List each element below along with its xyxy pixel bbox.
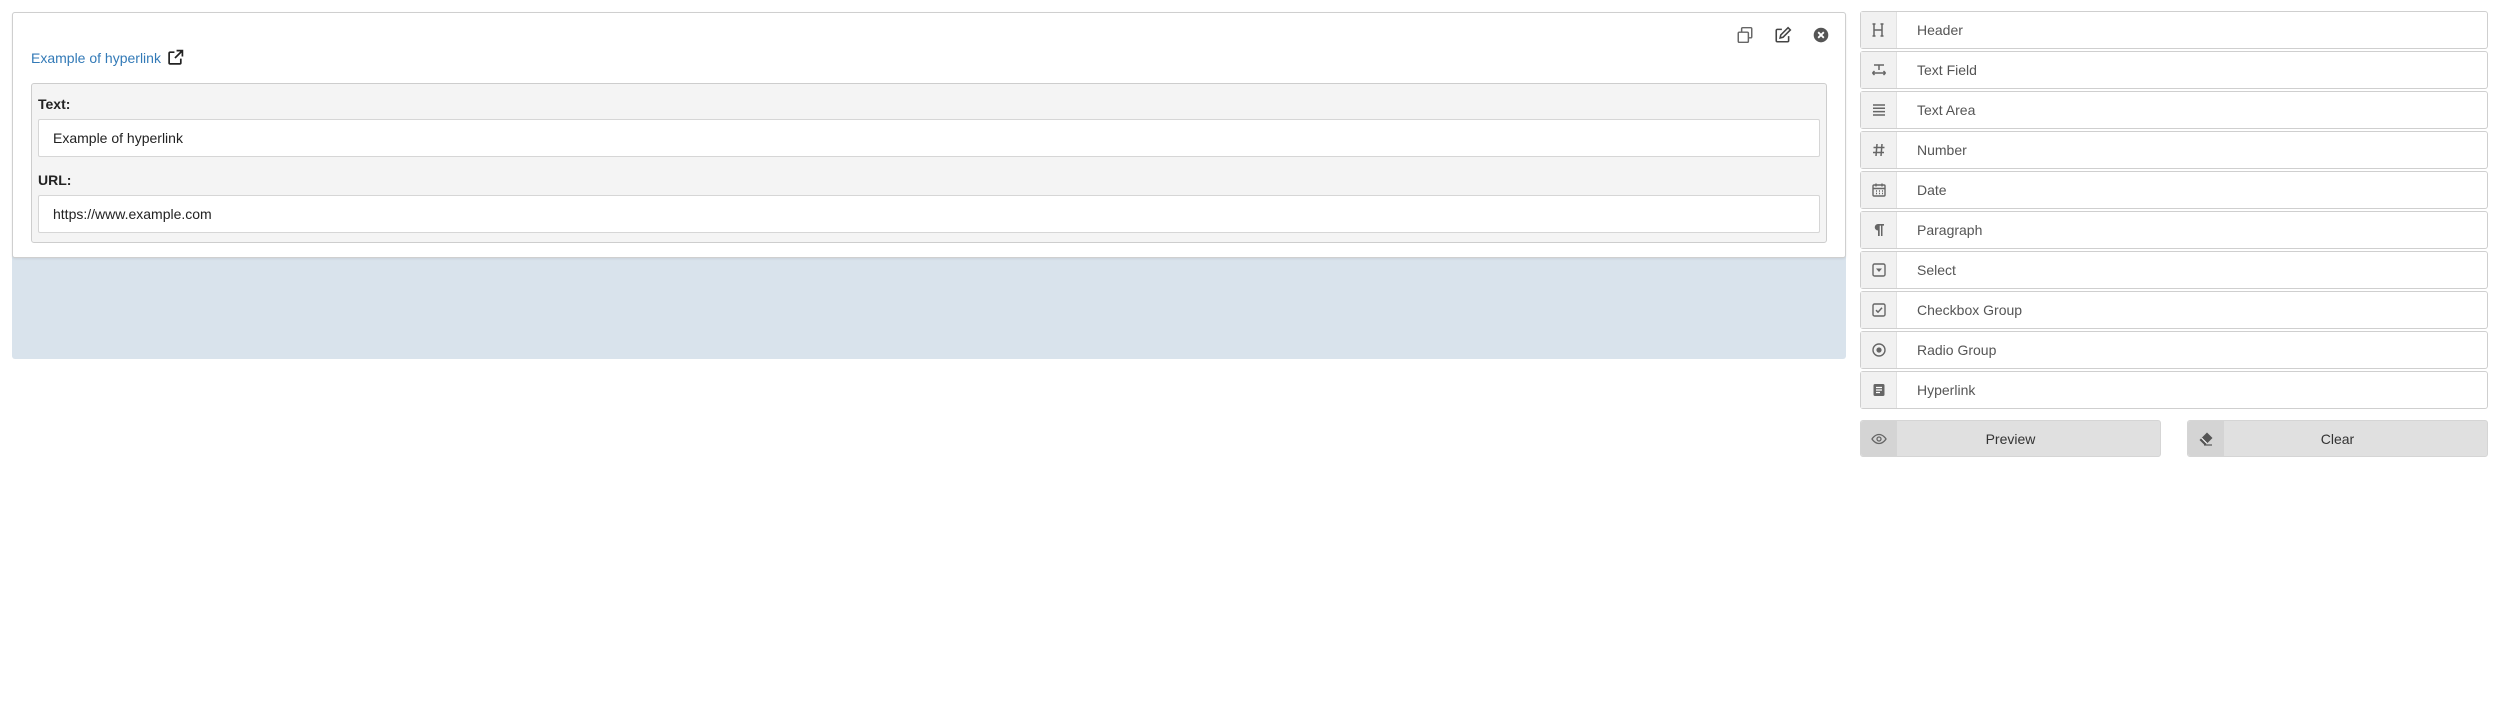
- url-input[interactable]: [38, 195, 1820, 233]
- radio-icon: [1871, 343, 1886, 357]
- eye-icon: [1871, 433, 1887, 444]
- hyperlink-text[interactable]: Example of hyperlink: [31, 50, 161, 66]
- control-label: Paragraph: [1917, 222, 1983, 238]
- control-date[interactable]: Date: [1860, 171, 2488, 209]
- text-field-icon: [1871, 64, 1886, 76]
- external-link-icon: [168, 49, 184, 65]
- control-label: Radio Group: [1917, 342, 1997, 358]
- field-actions: [1733, 23, 1833, 47]
- control-hyperlink[interactable]: Hyperlink: [1860, 371, 2488, 409]
- preview-button[interactable]: Preview: [1860, 420, 2161, 457]
- control-label: Number: [1917, 142, 1967, 158]
- control-number[interactable]: Number: [1860, 131, 2488, 169]
- control-radio-group[interactable]: Radio Group: [1860, 331, 2488, 369]
- form-stage: Example of hyperlink Text: URL:: [12, 12, 1846, 359]
- clear-label: Clear: [2320, 430, 2355, 447]
- control-palette: Header Text Field Text Area Number Date …: [1860, 11, 2488, 411]
- eraser-icon: [2199, 432, 2213, 446]
- control-label: Text Area: [1917, 102, 1976, 118]
- url-label: URL:: [38, 172, 72, 188]
- control-label: Checkbox Group: [1917, 302, 2023, 318]
- edit-icon: [1775, 26, 1792, 43]
- pilcrow-icon: [1874, 224, 1884, 236]
- control-select[interactable]: Select: [1860, 251, 2488, 289]
- control-label: Date: [1917, 182, 1947, 198]
- control-label: Header: [1917, 22, 1963, 38]
- control-label: Hyperlink: [1917, 382, 1976, 398]
- calendar-icon: [1871, 183, 1886, 197]
- control-paragraph[interactable]: Paragraph: [1860, 211, 2488, 249]
- field-edit-panel: Text: URL:: [31, 83, 1827, 243]
- form-actions: Preview Clear: [1860, 420, 2488, 457]
- text-label: Text:: [38, 96, 71, 112]
- link-doc-icon: [1873, 384, 1884, 396]
- remove-icon: [1813, 27, 1829, 43]
- preview-label: Preview: [1985, 430, 2036, 447]
- edit-button[interactable]: [1771, 23, 1795, 47]
- lines-icon: [1872, 104, 1885, 116]
- copy-icon: [1737, 26, 1753, 44]
- text-input[interactable]: [38, 119, 1820, 157]
- clear-button[interactable]: Clear: [2187, 420, 2488, 457]
- control-text-area[interactable]: Text Area: [1860, 91, 2488, 129]
- heading-icon: [1872, 23, 1883, 37]
- hyperlink-field-card[interactable]: Example of hyperlink Text: URL:: [12, 12, 1846, 258]
- hyperlink-preview: Example of hyperlink: [31, 49, 184, 66]
- control-text-field[interactable]: Text Field: [1860, 51, 2488, 89]
- control-header[interactable]: Header: [1860, 11, 2488, 49]
- hash-icon: [1872, 143, 1884, 157]
- control-checkbox-group[interactable]: Checkbox Group: [1860, 291, 2488, 329]
- control-label: Text Field: [1917, 62, 1977, 78]
- control-label: Select: [1917, 262, 1956, 278]
- check-square-icon: [1871, 303, 1886, 317]
- remove-button[interactable]: [1809, 23, 1833, 47]
- copy-button[interactable]: [1733, 23, 1757, 47]
- caret-square-icon: [1871, 263, 1886, 277]
